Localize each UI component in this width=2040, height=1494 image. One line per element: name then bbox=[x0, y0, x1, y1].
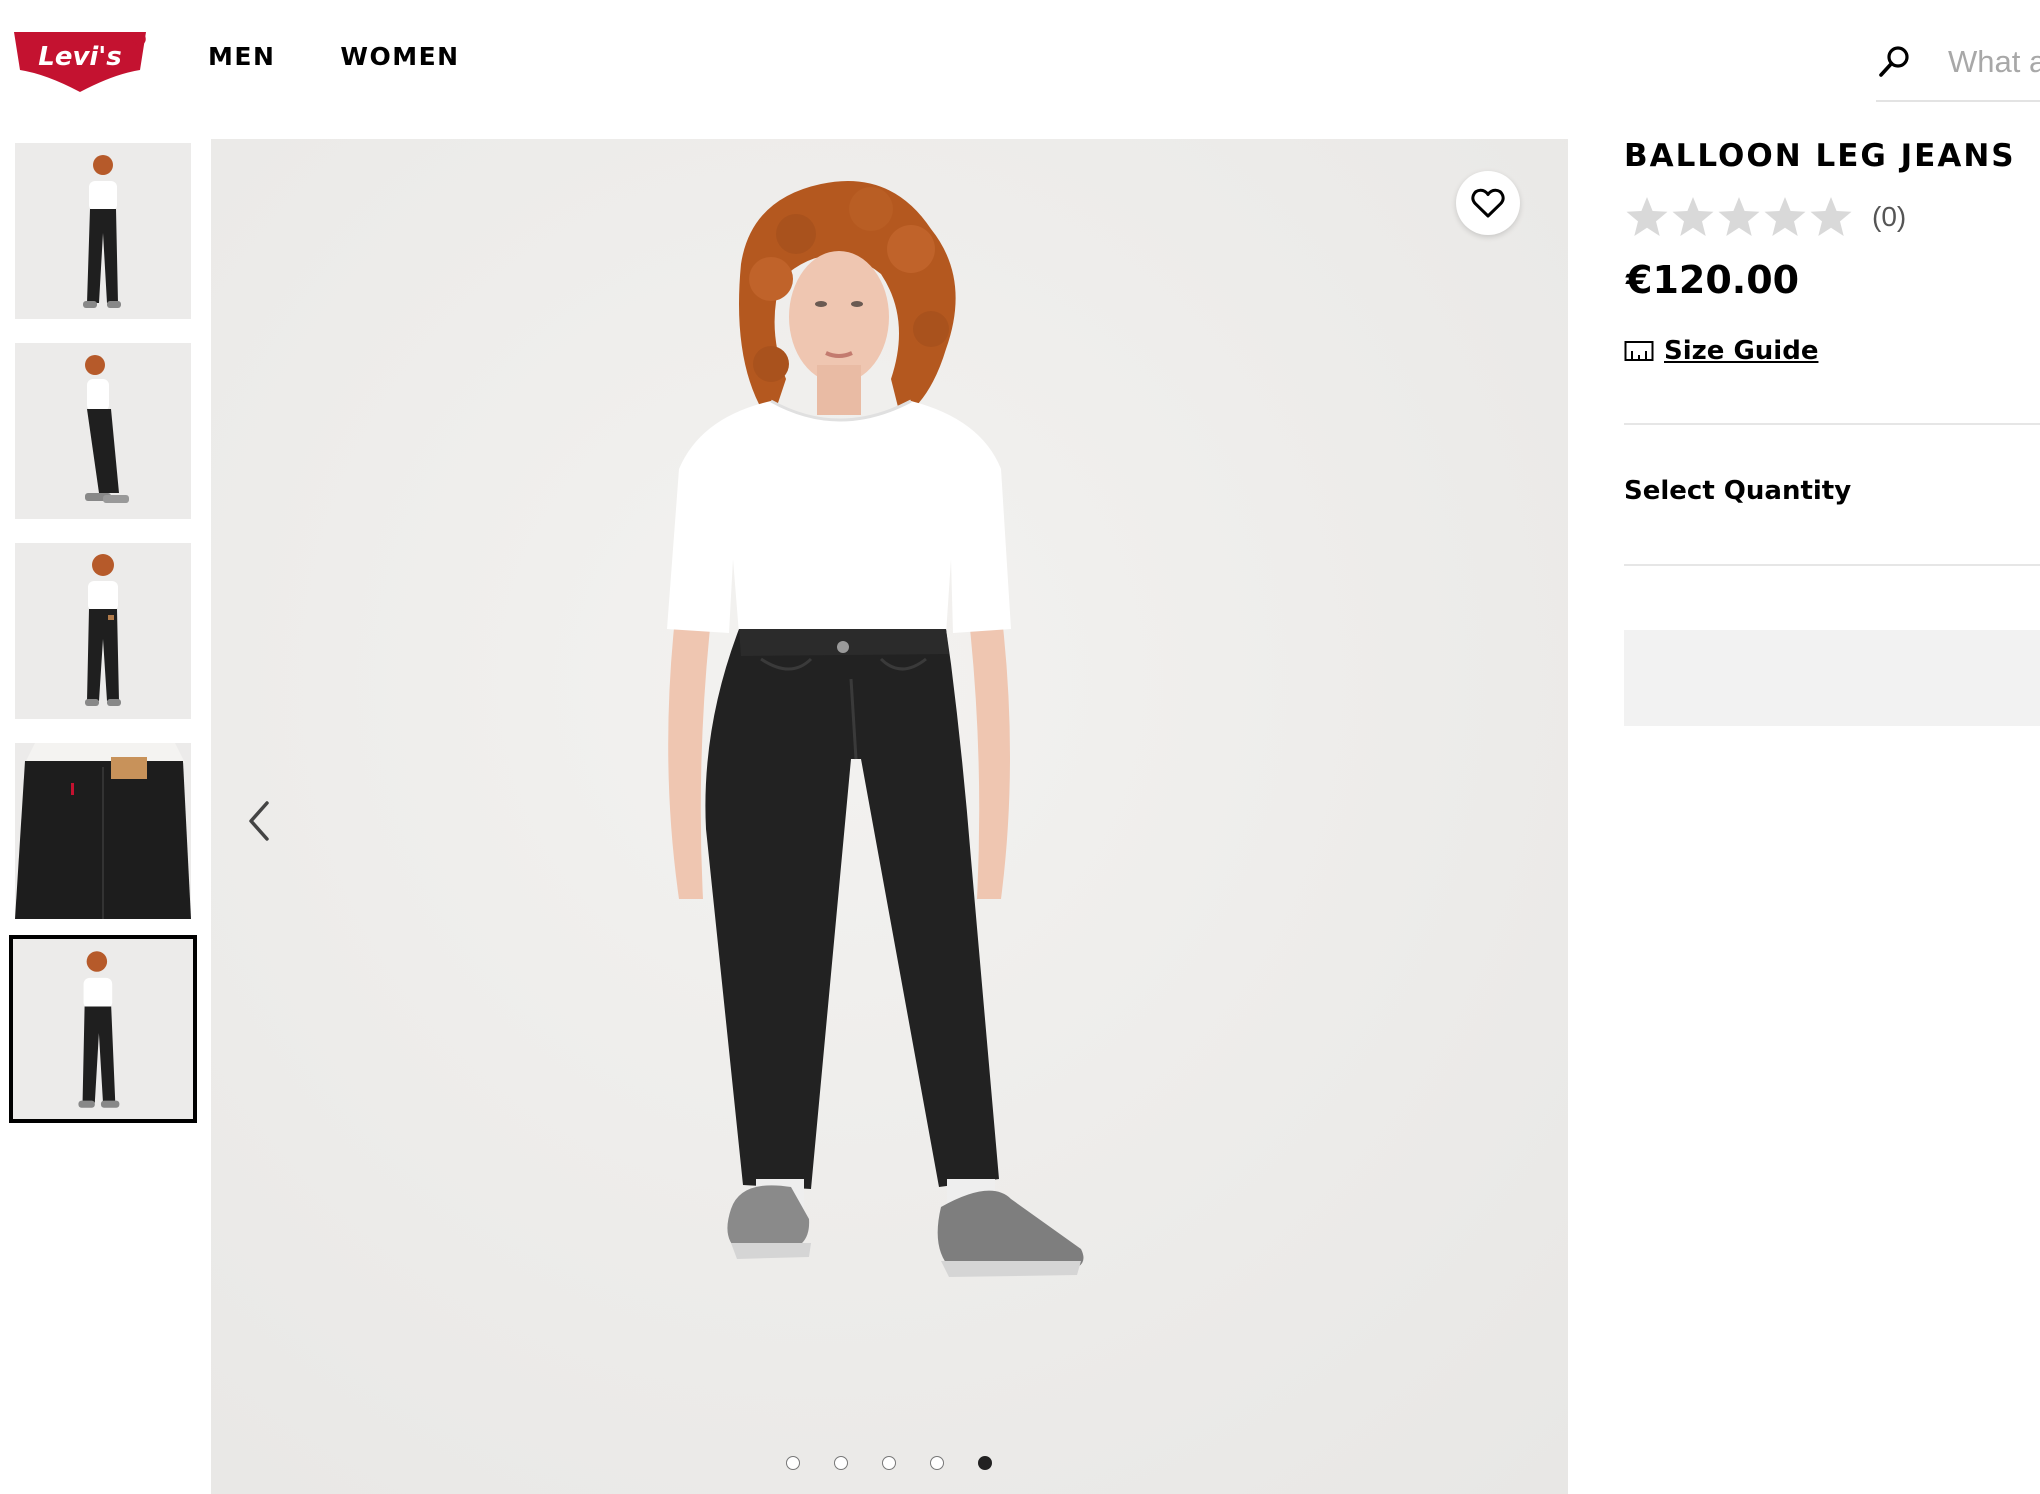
levis-logo[interactable]: Levi's bbox=[12, 30, 148, 92]
divider bbox=[1624, 564, 2040, 566]
thumbnail-5[interactable] bbox=[9, 935, 197, 1123]
add-to-bag-button[interactable] bbox=[1624, 630, 2040, 726]
favorite-button[interactable] bbox=[1456, 171, 1520, 235]
star-empty-icon bbox=[1672, 197, 1714, 236]
carousel-dot-4[interactable] bbox=[930, 1456, 944, 1470]
thumbnail-image bbox=[13, 939, 193, 1119]
carousel-dot-2[interactable] bbox=[834, 1456, 848, 1470]
previous-image-button[interactable] bbox=[241, 795, 277, 847]
thumbnail-image bbox=[15, 743, 191, 919]
product-info: BALLOON LEG JEANS (0) €120.00 Size Guide… bbox=[1624, 138, 2040, 726]
carousel-dot-3[interactable] bbox=[882, 1456, 896, 1470]
svg-text:Levi's: Levi's bbox=[38, 42, 122, 72]
star-empty-icon bbox=[1810, 197, 1852, 236]
product-page: Levi's MEN WOMEN What are you looking fo… bbox=[0, 0, 2040, 1494]
model-photo bbox=[211, 139, 1568, 1494]
product-rating[interactable]: (0) bbox=[1624, 194, 1906, 240]
thumbnail-image bbox=[15, 143, 191, 319]
size-guide-label: Size Guide bbox=[1664, 336, 1819, 366]
search-input[interactable] bbox=[1948, 40, 2040, 84]
thumbnail-image bbox=[15, 543, 191, 719]
search-icon[interactable] bbox=[1876, 44, 1912, 80]
chevron-left-icon bbox=[249, 801, 269, 841]
nav-men[interactable]: MEN bbox=[208, 42, 275, 71]
thumbnail-1[interactable] bbox=[15, 143, 191, 319]
star-empty-icon bbox=[1626, 197, 1668, 236]
search-bar bbox=[1876, 36, 2040, 102]
ruler-icon bbox=[1624, 341, 1654, 361]
main-nav: MEN WOMEN bbox=[208, 42, 460, 71]
rating-count: (0) bbox=[1872, 201, 1907, 232]
star-empty-icon bbox=[1718, 197, 1760, 236]
main-product-image bbox=[211, 139, 1568, 1494]
divider bbox=[1624, 423, 2040, 425]
star-empty-icon bbox=[1764, 197, 1806, 236]
carousel-dot-5[interactable] bbox=[978, 1456, 992, 1470]
size-guide-link[interactable]: Size Guide bbox=[1624, 336, 1818, 366]
heart-icon bbox=[1471, 188, 1505, 218]
levis-batwing-logo: Levi's bbox=[14, 32, 146, 92]
thumbnail-2[interactable] bbox=[15, 343, 191, 519]
carousel-dot-1[interactable] bbox=[786, 1456, 800, 1470]
carousel-dots bbox=[786, 1456, 992, 1470]
search-underline bbox=[1876, 100, 2040, 102]
thumbnail-image bbox=[15, 343, 191, 519]
nav-women[interactable]: WOMEN bbox=[340, 42, 459, 71]
product-price: €120.00 bbox=[1626, 258, 1800, 302]
thumbnail-3[interactable] bbox=[15, 543, 191, 719]
thumbnail-4[interactable] bbox=[15, 743, 191, 919]
product-title: BALLOON LEG JEANS bbox=[1624, 138, 2016, 174]
select-quantity-label[interactable]: Select Quantity bbox=[1624, 476, 1851, 506]
